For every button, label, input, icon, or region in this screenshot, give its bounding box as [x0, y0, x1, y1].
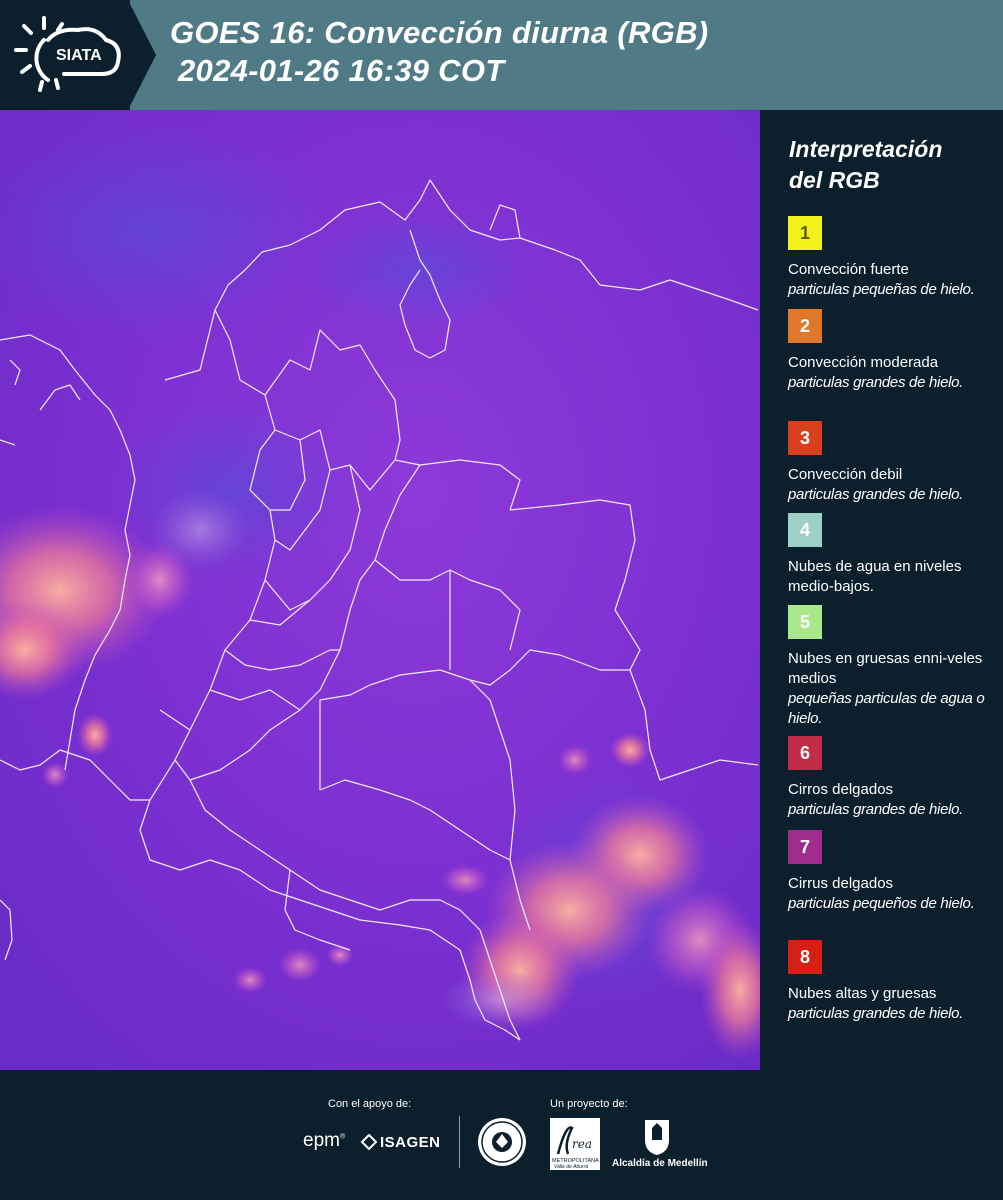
svg-text:rea: rea: [572, 1137, 592, 1151]
legend-swatch-4: 4: [788, 513, 822, 547]
footer-sponsors: Con el apoyo de: Un proyecto de: epm® IS…: [0, 1070, 1003, 1200]
legend-entry-7: 7 Cirrus delgados particulas pequeños de …: [788, 830, 993, 914]
legend-entry-6: 6 Cirros delgados particulas grandes de h…: [788, 736, 993, 820]
legend-entry-2: 2 Convección moderada particulas grandes …: [788, 309, 993, 393]
legend-sub-7: particulas pequeños de hielo.: [788, 895, 975, 912]
legend-entry-1: 1 Convección fuerte particulas pequeñas d…: [788, 216, 993, 300]
legend-title: Interpretación del RGB: [789, 136, 943, 193]
legend-swatch-1: 1: [788, 216, 822, 250]
legend-label-2: Convección moderada: [788, 354, 939, 371]
support-label: Con el apoyo de:: [328, 1098, 412, 1110]
siata-logo: SIATA: [0, 0, 130, 110]
alcaldia-label: Alcaldía de Medellín: [612, 1158, 708, 1169]
legend-entry-4: 4 Nubes de agua en niveles medio-bajos.: [788, 513, 993, 597]
isagen-mark-icon: [360, 1134, 378, 1150]
rgb-legend-panel: Interpretación del RGB 1 Convección fuer…: [774, 110, 1003, 1070]
logo-arrow-shape: [128, 0, 156, 110]
legend-label-8: Nubes altas y gruesas: [788, 985, 937, 1002]
page-title: GOES 16: Convección diurna (RGB) 2024-01…: [170, 14, 708, 90]
satellite-rgb-map: [0, 110, 762, 1070]
footer-divider: [459, 1116, 460, 1168]
svg-text:Valle de Aburrá: Valle de Aburrá: [554, 1164, 588, 1170]
legend-entry-5: 5 Nubes en gruesas enni-veles medios pequ…: [788, 605, 993, 729]
legend-sub-5: pequeñas particulas de agua o hielo.: [788, 690, 985, 727]
legend-sub-3: particulas grandes de hielo.: [788, 486, 964, 503]
legend-swatch-5: 5: [788, 605, 822, 639]
legend-label-5: Nubes en gruesas enni-veles medios: [788, 650, 983, 687]
alcaldia-shield-icon: [645, 1120, 669, 1155]
title-line-1: GOES 16: Convección diurna (RGB): [170, 15, 709, 50]
header-bar: SIATA GOES 16: Convección diurna (RGB) 2…: [0, 0, 1003, 110]
colombia-map-svg: [0, 110, 760, 1070]
legend-swatch-8: 8: [788, 940, 822, 974]
legend-sub-1: particulas pequeñas de hielo.: [788, 281, 975, 298]
isagen-logo: ISAGEN: [380, 1134, 441, 1151]
legend-swatch-3: 3: [788, 421, 822, 455]
legend-swatch-2: 2: [788, 309, 822, 343]
legend-entry-8: 8 Nubes altas y gruesas particulas grande…: [788, 940, 993, 1024]
title-line-2: 2024-01-26 16:39 COT: [178, 53, 505, 88]
legend-label-1: Convección fuerte: [788, 261, 909, 278]
svg-text:SIATA: SIATA: [56, 47, 102, 64]
project-label: Un proyecto de:: [550, 1098, 628, 1110]
legend-sub-2: particulas grandes de hielo.: [788, 374, 964, 391]
legend-sub-6: particulas grandes de hielo.: [788, 801, 964, 818]
legend-sub-8: particulas grandes de hielo.: [788, 1005, 964, 1022]
legend-label-4: Nubes de agua en niveles medio-bajos.: [788, 558, 962, 595]
epm-logo: epm®: [303, 1130, 346, 1151]
legend-swatch-7: 7: [788, 830, 822, 864]
siata-seal-icon: [478, 1118, 526, 1166]
legend-swatch-6: 6: [788, 736, 822, 770]
legend-entry-3: 3 Convección debil particulas grandes de …: [788, 421, 993, 505]
area-metropolitana-logo: rea METROPOLITANA Valle de Aburrá: [550, 1118, 600, 1170]
legend-label-6: Cirros delgados: [788, 781, 894, 798]
legend-label-3: Convección debil: [788, 466, 903, 483]
legend-label-7: Cirrus delgados: [788, 875, 894, 892]
sun-cloud-icon: SIATA: [14, 16, 121, 92]
